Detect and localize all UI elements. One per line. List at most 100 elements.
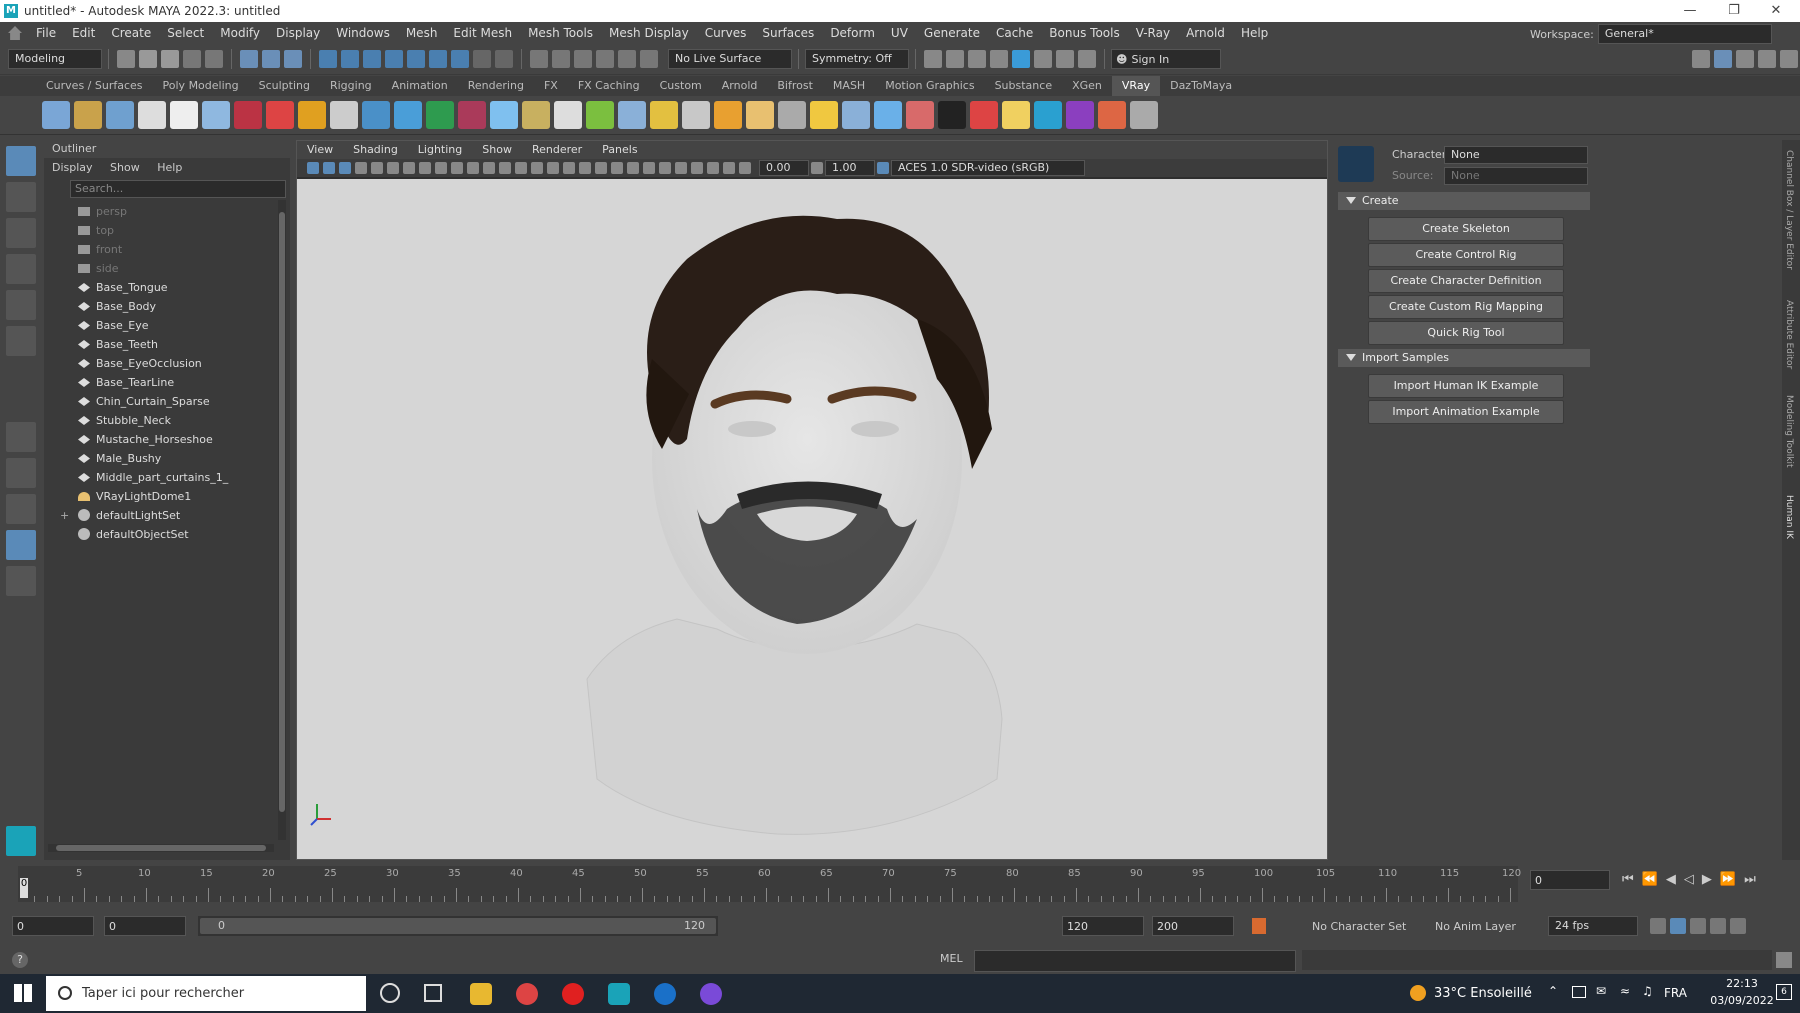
menu-modify[interactable]: Modify (212, 22, 268, 44)
gamma-field[interactable]: 1.00 (825, 160, 875, 176)
shelf-tab-mash[interactable]: MASH (823, 76, 875, 96)
outliner-item[interactable]: front (44, 240, 290, 259)
tool-settings-icon[interactable] (1736, 50, 1754, 68)
viewport-tool-icon[interactable] (595, 162, 607, 174)
anim-prefs-icon[interactable] (1710, 918, 1726, 934)
move-tool-icon[interactable] (6, 254, 36, 284)
shelf-tab-bifrost[interactable]: Bifrost (767, 76, 823, 96)
time-ruler[interactable]: 0 5 10 15 20 25 30 35 40 45 50 55 60 65 70 75 80 85 90 95 1… (18, 866, 1521, 902)
menu-bonus-tools[interactable]: Bonus Tools (1041, 22, 1127, 44)
create-custom-rig-mapping-button[interactable]: Create Custom Rig Mapping (1368, 295, 1564, 319)
outliner-item[interactable]: Base_Tongue (44, 278, 290, 297)
viewport-tool-icon[interactable] (563, 162, 575, 174)
chrome-icon[interactable] (516, 983, 538, 1005)
viewport-tool-icon[interactable] (723, 162, 735, 174)
select-hierarchy-icon[interactable] (240, 50, 258, 68)
shelf-tab-sculpting[interactable]: Sculpting (249, 76, 320, 96)
menu-windows[interactable]: Windows (328, 22, 398, 44)
menu-cache[interactable]: Cache (988, 22, 1041, 44)
menu-uv[interactable]: UV (883, 22, 916, 44)
shelf-tab-poly-modeling[interactable]: Poly Modeling (153, 76, 249, 96)
rotate-tool-icon[interactable] (6, 290, 36, 320)
clock-date[interactable]: 03/09/2022 (1706, 994, 1778, 1007)
shelf-tool-icon[interactable] (490, 101, 518, 129)
menu-create[interactable]: Create (103, 22, 159, 44)
save-scene-icon[interactable] (161, 50, 179, 68)
single-perspective-layout-icon[interactable] (6, 422, 36, 452)
shelf-tool-icon[interactable] (938, 101, 966, 129)
viewport-tool-icon[interactable] (323, 162, 335, 174)
shelf-tab-curves-surfaces[interactable]: Curves / Surfaces (36, 76, 153, 96)
shelf-tool-icon[interactable] (970, 101, 998, 129)
shelf-tool-icon[interactable] (202, 101, 230, 129)
live-surface-field[interactable]: No Live Surface (668, 49, 792, 69)
vray-frame-buffer-icon[interactable] (1034, 50, 1052, 68)
channel-box-icon[interactable] (1758, 50, 1776, 68)
close-icon[interactable]: ✕ (1756, 0, 1796, 22)
cache-icon[interactable] (1670, 918, 1686, 934)
outliner-item[interactable]: persp (44, 202, 290, 221)
outliner-menu-help[interactable]: Help (157, 161, 182, 174)
outliner-item[interactable]: Stubble_Neck (44, 411, 290, 430)
menu-edit-mesh[interactable]: Edit Mesh (445, 22, 520, 44)
shelf-tab-fx-caching[interactable]: FX Caching (568, 76, 650, 96)
play-forward-icon[interactable]: ▶ (1702, 872, 1712, 887)
character-set-select[interactable]: No Character Set (1312, 920, 1406, 933)
shelf-tool-icon[interactable] (586, 101, 614, 129)
viewport-menu-view[interactable]: View (297, 141, 343, 159)
outliner-item[interactable]: side (44, 259, 290, 278)
home-icon[interactable] (8, 26, 22, 40)
hik-logo-icon[interactable] (1338, 146, 1374, 182)
render-settings-icon[interactable] (990, 50, 1008, 68)
vray-interactive-icon[interactable] (1056, 50, 1074, 68)
snap-curve-icon[interactable] (341, 50, 359, 68)
viewport-tool-icon[interactable] (643, 162, 655, 174)
shelf-tool-icon[interactable] (1002, 101, 1030, 129)
viewport-tool-icon[interactable] (307, 162, 319, 174)
cortana-icon[interactable] (380, 983, 400, 1003)
go-to-start-icon[interactable]: ⏮ (1622, 872, 1634, 887)
animation-start-field[interactable]: 0 (12, 916, 94, 936)
shelf-tab-substance[interactable]: Substance (985, 76, 1063, 96)
shelf-tool-icon[interactable] (170, 101, 198, 129)
playback-end-field[interactable]: 120 (1062, 916, 1144, 936)
script-language-label[interactable]: MEL (940, 952, 963, 965)
menu-mesh-tools[interactable]: Mesh Tools (520, 22, 601, 44)
hypershade-icon[interactable] (1012, 50, 1030, 68)
viewport-tool-icon[interactable] (355, 162, 367, 174)
outliner-item[interactable]: Base_Body (44, 297, 290, 316)
shelf-tab-custom[interactable]: Custom (650, 76, 712, 96)
shelf-tool-icon[interactable] (330, 101, 358, 129)
tab-human-ik[interactable]: Human IK (1784, 495, 1794, 539)
workspace-select[interactable]: General* (1597, 24, 1772, 44)
shelf-tool-icon[interactable] (1066, 101, 1094, 129)
task-view-icon[interactable] (424, 984, 442, 1002)
go-to-end-icon[interactable]: ⏭ (1744, 872, 1756, 887)
opera-icon[interactable] (562, 983, 584, 1005)
outliner-item[interactable]: defaultLightSet + (44, 506, 290, 525)
viewport-tool-icon[interactable] (611, 162, 623, 174)
viewport-tool-icon[interactable] (691, 162, 703, 174)
create-control-rig-button[interactable]: Create Control Rig (1368, 243, 1564, 267)
symmetry-select[interactable]: Symmetry: Off (805, 49, 909, 69)
refresh-icon[interactable] (640, 50, 658, 68)
shelf-tool-icon[interactable] (298, 101, 326, 129)
viewport-tool-icon[interactable] (531, 162, 543, 174)
shelf-tool-icon[interactable] (1034, 101, 1062, 129)
ccleaner-icon[interactable] (654, 983, 676, 1005)
fps-select[interactable]: 24 fps (1548, 916, 1638, 936)
menu-help[interactable]: Help (1233, 22, 1276, 44)
viewport-tool-icon[interactable] (371, 162, 383, 174)
shelf-tab-arnold[interactable]: Arnold (712, 76, 768, 96)
viewport-menu-show[interactable]: Show (472, 141, 522, 159)
weather-text[interactable]: 33°C Ensoleillé (1434, 986, 1532, 1001)
outliner-h-scroll-thumb[interactable] (56, 845, 266, 851)
shelf-tool-icon[interactable] (106, 101, 134, 129)
persp-outliner-layout-icon[interactable] (6, 494, 36, 524)
snap-vertex-icon[interactable] (429, 50, 447, 68)
viewport-tool-icon[interactable] (403, 162, 415, 174)
shelf-tool-icon[interactable] (1098, 101, 1126, 129)
viewport-tool-icon[interactable] (467, 162, 479, 174)
file-explorer-icon[interactable] (470, 983, 492, 1005)
create-skeleton-button[interactable]: Create Skeleton (1368, 217, 1564, 241)
